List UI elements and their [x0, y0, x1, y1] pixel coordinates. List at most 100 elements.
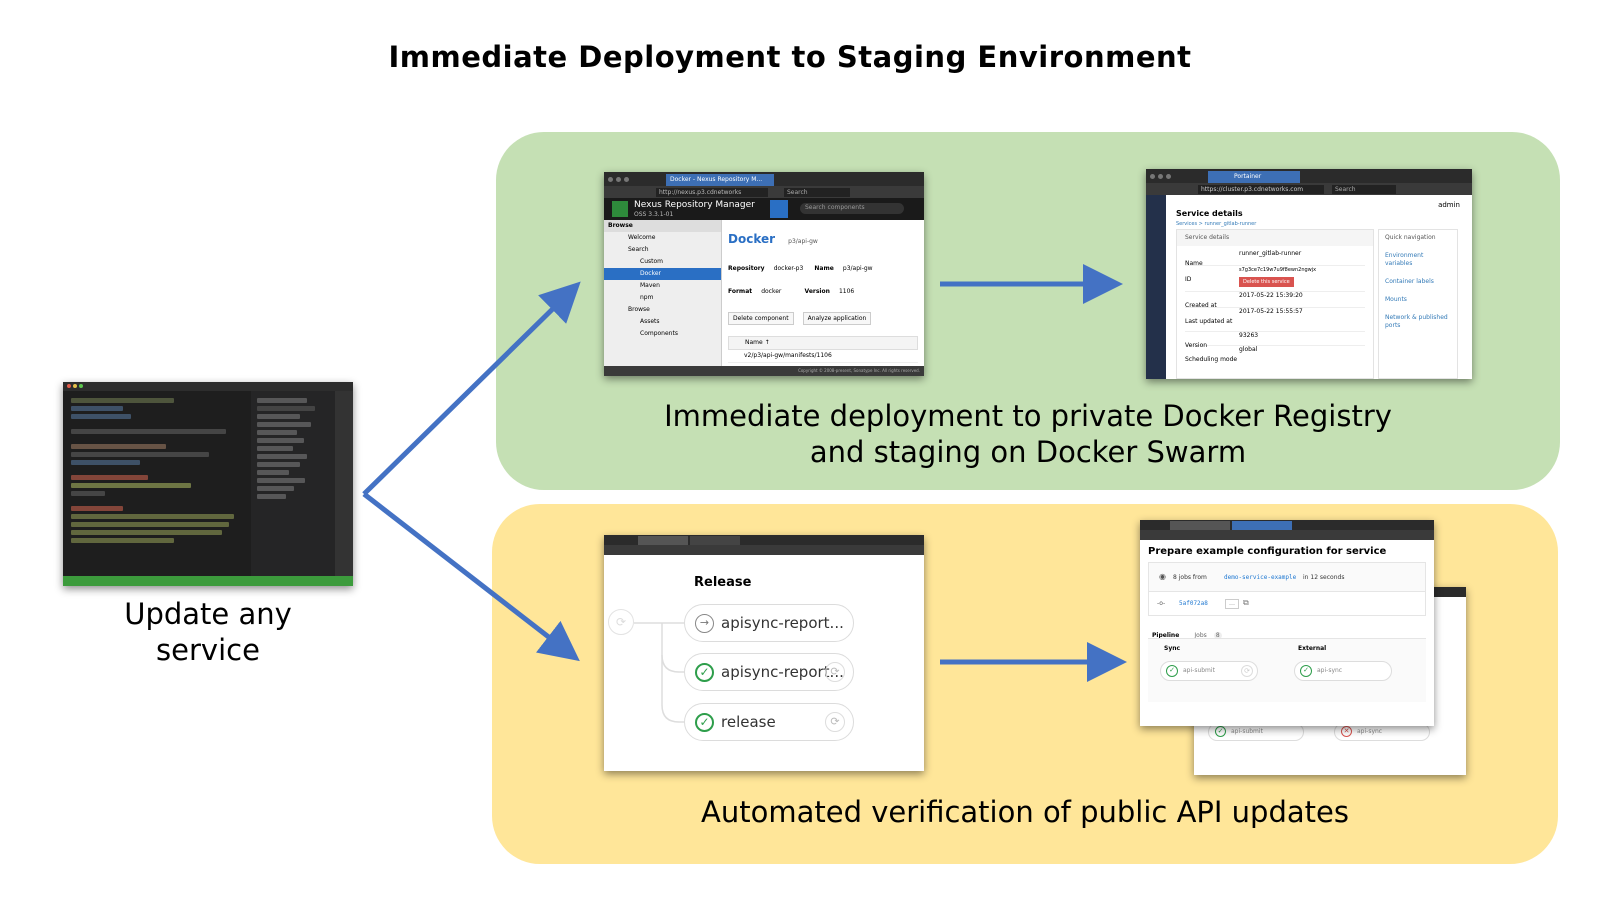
commit-sha[interactable]: 5af072a8 — [1179, 600, 1208, 608]
stage-sync-label: Sync — [1164, 645, 1181, 652]
service-details-heading: Service details — [1176, 209, 1243, 218]
browser-tab[interactable]: Portainer — [1208, 171, 1300, 183]
portainer-service-screenshot: Portainer https://cluster.p3.cdnetworks.… — [1146, 169, 1472, 379]
sidebar-item-docker[interactable]: Docker — [604, 268, 721, 280]
analyze-application-button[interactable]: Analyze application — [802, 312, 872, 325]
url-bar[interactable]: http://nexus.p3.cdnetworks — [656, 188, 768, 197]
sidebar-item-components[interactable]: Components — [604, 328, 721, 340]
field-name-label: Name — [814, 265, 834, 272]
row-label: Scheduling mode — [1185, 356, 1238, 363]
table-row[interactable]: v2/p3/api-gw/manifests/1106 — [728, 350, 918, 363]
browser-search[interactable]: Search — [1332, 185, 1396, 194]
quick-nav-item[interactable]: Mounts — [1385, 296, 1451, 304]
failed-icon: ✕ — [1341, 726, 1352, 737]
sidebar-item-assets[interactable]: Assets — [604, 316, 721, 328]
job-apisync-report-pending[interactable]: → apisync-report... — [684, 604, 854, 642]
service-details-section: Service details — [1177, 230, 1373, 246]
row-value: 2017-05-22 15:39:20 — [1239, 292, 1303, 299]
retry-icon[interactable]: ⟳ — [825, 712, 845, 732]
expand-button[interactable]: … — [1225, 599, 1239, 609]
job-label: api-submit — [1183, 667, 1215, 674]
quick-nav-item[interactable]: Container labels — [1385, 278, 1451, 286]
sidebar-item-npm[interactable]: npm — [604, 292, 721, 304]
sidebar-item-browse[interactable]: Browse — [604, 304, 721, 316]
arrow-to-verification — [362, 492, 580, 662]
nexus-heading: Docker — [728, 232, 776, 246]
update-service-caption: Update any service — [95, 596, 321, 668]
job-api-sync[interactable]: ✓ api-sync — [1294, 661, 1392, 681]
search-components-input[interactable]: Search components — [800, 203, 904, 214]
job-release-passed[interactable]: ✓ release ⟳ — [684, 703, 854, 741]
api-verification-caption: Automated verification of public API upd… — [701, 795, 1349, 829]
pipeline-title: Prepare example configuration for servic… — [1148, 546, 1387, 557]
row-label: Last updated at — [1185, 318, 1233, 325]
nexus-footer: Copyright © 2008-present, Sonatype Inc. … — [604, 366, 924, 376]
app-version: OSS 3.3.1-01 — [634, 211, 674, 218]
duration: in 12 seconds — [1303, 574, 1345, 581]
sidebar-heading: Browse — [604, 220, 721, 232]
retry-icon[interactable]: ⟳ — [825, 662, 845, 682]
job-label: apisync-report... — [721, 614, 844, 632]
url-bar[interactable]: https://cluster.p3.cdnetworks.com — [1198, 185, 1324, 194]
code-editor-screenshot — [63, 382, 353, 586]
portainer-sidebar — [1146, 195, 1166, 379]
sidebar-item-search[interactable]: Search — [604, 244, 721, 256]
cube-icon[interactable] — [770, 200, 788, 218]
row-value: global — [1239, 346, 1258, 353]
column-name-header[interactable]: Name ↑ — [728, 336, 918, 350]
quick-nav-item[interactable]: Network & published ports — [1385, 314, 1451, 330]
update-service-caption-line2: service — [156, 633, 260, 667]
app-name: Nexus Repository Manager — [634, 200, 755, 210]
field-name-value: p3/api-gw — [842, 265, 873, 272]
field-format-label: Format — [728, 288, 753, 295]
release-stage-screenshot: Release ⟳ → apisync-report... ✓ apisync-… — [604, 535, 924, 771]
registry-caption-line1: Immediate deployment to private Docker R… — [664, 399, 1392, 433]
field-repository-label: Repository — [728, 265, 765, 272]
check-icon: ✓ — [695, 663, 714, 682]
nexus-logo-icon — [612, 201, 628, 217]
browser-search[interactable]: Search — [784, 188, 850, 197]
row-label: ID — [1185, 276, 1192, 283]
field-version-label: Version — [804, 288, 830, 295]
field-format-value: docker — [761, 288, 782, 295]
job-label: api-sync — [1317, 667, 1343, 674]
row-value: s7g3ce7c19w7u9f8ewn2ngwjx — [1239, 267, 1317, 273]
quick-nav-item[interactable]: Environment variables — [1385, 252, 1451, 268]
nexus-repository-screenshot: Docker - Nexus Repository M... http://ne… — [604, 172, 924, 376]
service-breadcrumb[interactable]: Services > runner_gitlab-runner — [1176, 220, 1462, 228]
row-value: 93263 — [1239, 332, 1259, 339]
registry-caption-line2: and staging on Docker Swarm — [809, 435, 1247, 469]
job-label: api-sync — [1357, 728, 1383, 735]
check-icon: ✓ — [1215, 726, 1226, 737]
browser-tab[interactable]: Docker - Nexus Repository M... — [666, 174, 774, 186]
eye-icon: ◉ — [1159, 572, 1166, 581]
row-value: 2017-05-22 15:55:57 — [1239, 308, 1303, 315]
job-api-submit[interactable]: ✓ api-submit ⟳ — [1160, 661, 1258, 681]
pipeline-screenshot: Prepare example configuration for servic… — [1140, 520, 1434, 726]
delete-service-button[interactable]: Delete this service — [1239, 277, 1294, 287]
sidebar-item-maven[interactable]: Maven — [604, 280, 721, 292]
sidebar-item-custom[interactable]: Custom — [604, 256, 721, 268]
retry-icon[interactable]: ⟳ — [1241, 665, 1253, 677]
sidebar-item-welcome[interactable]: Welcome — [604, 232, 721, 244]
stage-external-label: External — [1298, 645, 1327, 652]
delete-component-button[interactable]: Delete component — [728, 312, 794, 325]
commit-icon: -o- — [1157, 600, 1166, 607]
job-label: release — [721, 713, 776, 731]
jobs-summary: 8 jobs from — [1173, 574, 1207, 581]
field-version-value: 1106 — [838, 288, 855, 295]
check-icon: ✓ — [695, 713, 714, 732]
update-service-caption-line1: Update any — [124, 597, 292, 631]
nexus-breadcrumb: p3/api-gw — [788, 238, 818, 245]
registry-caption: Immediate deployment to private Docker R… — [496, 398, 1560, 470]
copy-icon[interactable]: ⧉ — [1243, 598, 1249, 608]
user-name[interactable]: admin — [1438, 201, 1460, 209]
row-value: runner_gitlab-runner — [1239, 250, 1302, 257]
field-repository-value: docker-p3 — [773, 265, 804, 272]
branch-link[interactable]: demo-service-example — [1224, 574, 1296, 582]
job-label: api-submit — [1231, 728, 1263, 735]
quick-navigation-title: Quick navigation — [1385, 234, 1436, 241]
job-apisync-report-passed[interactable]: ✓ apisync-report... ⟳ — [684, 653, 854, 691]
check-icon: ✓ — [1166, 665, 1178, 677]
play-icon: → — [695, 614, 714, 633]
